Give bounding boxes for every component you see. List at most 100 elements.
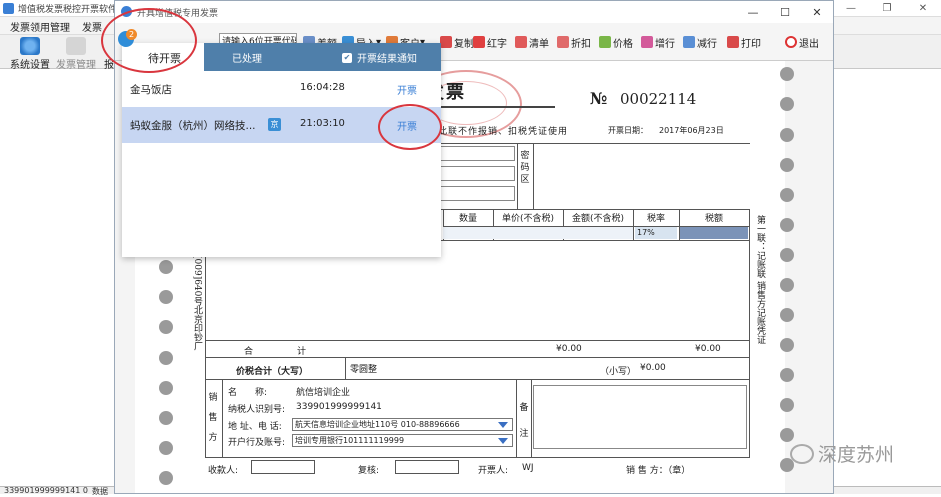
pending-customer-name: 金马饭店 <box>130 84 172 96</box>
price-button[interactable]: 价格 <box>599 33 633 51</box>
red-invoice-button[interactable]: 红字 <box>473 33 507 51</box>
remark-input[interactable] <box>533 385 747 449</box>
table-border <box>533 143 534 209</box>
buyer-address-field[interactable] <box>440 186 515 201</box>
table-border <box>205 357 750 358</box>
sum-label: 合 <box>244 347 254 357</box>
table-border <box>205 457 750 458</box>
total-small: ¥0.00 <box>640 363 666 373</box>
seller-bank-select[interactable]: 培训专用银行101111119999 <box>292 434 513 447</box>
seller-address-select[interactable]: 航天信息培训企业地址110号 010-88896666 <box>292 418 513 431</box>
settings-gear-icon[interactable] <box>20 37 40 55</box>
wechat-icon <box>790 443 814 464</box>
price-label: 价格 <box>613 38 633 50</box>
checkbox-checked-icon[interactable]: ✔ <box>342 52 352 63</box>
red-invoice-label: 红字 <box>487 38 507 50</box>
dialog-window-controls: — ☐ ✕ <box>737 1 833 23</box>
delete-row-button[interactable]: 减行 <box>683 33 717 51</box>
pending-customer-name: 蚂蚁金服（杭州）网络技... <box>130 120 256 132</box>
pending-time: 16:04:28 <box>300 82 345 93</box>
col-tax-rate: 税率 <box>646 214 665 224</box>
exit-button[interactable]: 退出 <box>785 33 819 51</box>
issue-invoice-link[interactable]: 开票 <box>397 82 417 97</box>
invoice-subtitle: 此联不作报销、扣税凭证使用 <box>438 127 569 137</box>
pending-invoices-popup: 待开票 已处理 ✔ 开票结果通知 2 金马饭店 16:04:28 开票 蚂蚁金服… <box>118 29 441 257</box>
paper-hole <box>780 338 794 352</box>
tab-processed[interactable]: 已处理 <box>232 50 262 65</box>
maximize-icon[interactable]: ☐ <box>769 1 801 23</box>
list-item[interactable]: 金马饭店 16:04:28 开票 <box>122 71 441 107</box>
paper-hole <box>780 218 794 232</box>
seller-name: 航信培训企业 <box>296 388 351 398</box>
seller-side-label: 销售方 <box>208 393 218 443</box>
list-button[interactable]: 清单 <box>515 33 549 51</box>
item-row-input[interactable] <box>443 227 633 239</box>
print-label: 打印 <box>741 38 761 50</box>
menu-invoice-claim[interactable]: 发票领用管理 <box>10 19 70 34</box>
red-invoice-icon <box>473 36 485 48</box>
total-small-label: （小写） <box>600 367 637 377</box>
delete-row-label: 减行 <box>697 38 717 50</box>
col-quantity: 数量 <box>458 214 477 224</box>
copy-button[interactable]: 复制 <box>440 33 474 51</box>
paper-hole <box>159 471 173 485</box>
reviewer-input[interactable] <box>395 460 459 474</box>
paper-hole <box>159 351 173 365</box>
invoice-title-underline <box>425 106 555 108</box>
paper-hole <box>780 158 794 172</box>
invoice-number-symbol: № <box>590 89 608 108</box>
paper-hole <box>780 67 794 81</box>
paper-hole <box>159 320 173 334</box>
paper-hole <box>780 308 794 322</box>
seller-stamp-label: 销 售 方：（章） <box>626 466 691 476</box>
payee-input[interactable] <box>251 460 315 474</box>
total-label: 价税合计（大写） <box>236 367 309 377</box>
discount-button[interactable]: 折扣 <box>557 33 591 51</box>
menu-invoice[interactable]: 发票 <box>82 19 102 34</box>
paper-hole <box>159 290 173 304</box>
paper-hole <box>159 441 173 455</box>
tab-result-notify[interactable]: ✔ 开票结果通知 <box>342 50 417 65</box>
background-content <box>0 69 120 489</box>
delete-row-icon <box>683 36 695 48</box>
col-unit-price: 单价(不含税) <box>501 214 555 224</box>
add-row-button[interactable]: 增行 <box>641 33 675 51</box>
printer-icon <box>727 36 739 48</box>
table-border <box>517 143 518 209</box>
close-icon[interactable]: ✕ <box>905 0 941 17</box>
print-button[interactable]: 打印 <box>727 33 761 51</box>
seller-bank-label: 开户行及账号: <box>228 438 286 448</box>
status-data: 数据 <box>92 487 108 496</box>
paper-hole <box>159 411 173 425</box>
buyer-name-field[interactable] <box>440 146 515 161</box>
paper-hole <box>780 278 794 292</box>
tax-amount-cell[interactable] <box>680 227 748 239</box>
table-border <box>749 240 750 457</box>
price-icon <box>599 36 611 48</box>
invoice-date-label: 开票日期： <box>608 126 648 135</box>
buyer-taxid-field[interactable] <box>440 166 515 181</box>
drawer-label: 开票人: <box>478 466 509 476</box>
payee-label: 收款人: <box>208 466 239 476</box>
table-border <box>749 209 750 241</box>
minimize-icon[interactable]: — <box>737 1 769 23</box>
printer-vertical-text: [009]640号北京印钞厂 <box>192 255 202 351</box>
tab-result-notify-label: 开票结果通知 <box>357 54 417 65</box>
background-window-controls: — ❐ ✕ <box>833 0 941 17</box>
table-border <box>516 379 517 457</box>
restore-icon[interactable]: ❐ <box>869 0 905 17</box>
close-icon[interactable]: ✕ <box>801 1 833 23</box>
minimize-icon[interactable]: — <box>833 0 869 17</box>
paper-hole <box>780 128 794 142</box>
paper-hole <box>780 188 794 202</box>
seller-taxid: 339901999999141 <box>296 402 382 412</box>
seller-address-value: 航天信息培训企业地址110号 010-88896666 <box>295 420 460 429</box>
invoice-date: 2017年06月23日 <box>659 126 724 135</box>
exit-label: 退出 <box>799 38 819 50</box>
tax-rate-cell[interactable]: 17% <box>635 227 677 239</box>
invoice-manage-icon[interactable] <box>66 37 86 55</box>
pending-time: 21:03:10 <box>300 118 345 129</box>
add-row-icon <box>641 36 653 48</box>
table-border <box>345 357 346 379</box>
paper-hole <box>159 260 173 274</box>
